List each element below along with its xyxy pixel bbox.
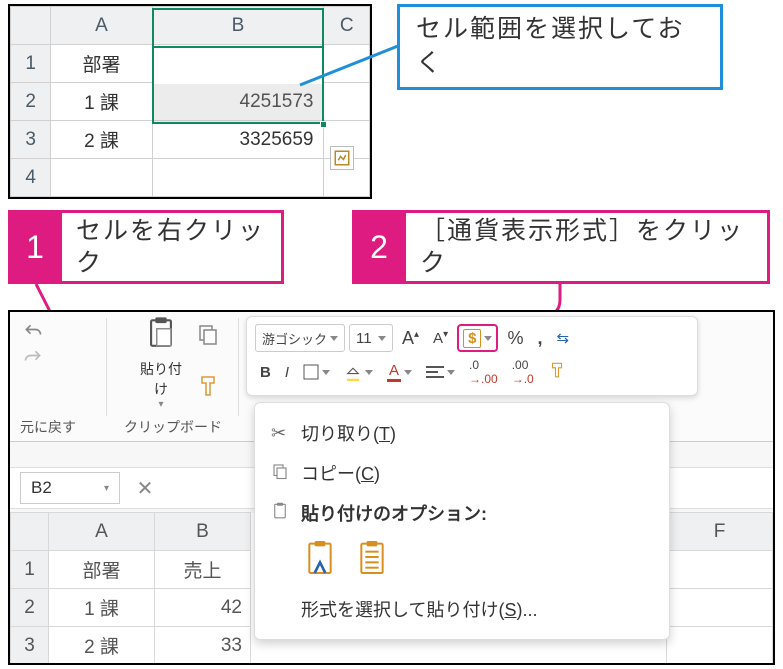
step-1-text: セルを右クリック: [62, 210, 284, 284]
separator: [106, 318, 107, 416]
row2-header-2[interactable]: 2: [11, 589, 49, 627]
mini-toolbar: 游ゴシック 11 A▴ A▾ $ % , ⇆ B I A .0→.00 .00→…: [246, 316, 698, 396]
formula-cancel-icon[interactable]: ✕: [130, 476, 160, 501]
cell-A1[interactable]: 部署: [51, 45, 152, 83]
select-all-corner-2[interactable]: [11, 513, 49, 551]
cell-C2[interactable]: [324, 83, 370, 121]
row-header-1[interactable]: 1: [11, 45, 51, 83]
col-header-B[interactable]: B: [152, 7, 324, 45]
ctx-cut-label: 切り取り(: [301, 424, 379, 444]
cell-B3[interactable]: 3325659: [152, 121, 324, 159]
percent-label: %: [507, 328, 523, 349]
cell2-F3[interactable]: [667, 627, 773, 665]
col-header-A[interactable]: A: [51, 7, 152, 45]
row-header-4[interactable]: 4: [11, 159, 51, 197]
ctx-paste-special-label: 形式を選択して貼り付け(: [301, 600, 504, 620]
select-all-corner[interactable]: [11, 7, 51, 45]
cell2-B1[interactable]: 売上: [155, 551, 251, 589]
paste-ctx-icon: [271, 502, 301, 525]
currency-format-button[interactable]: $: [457, 324, 498, 352]
decrease-decimal-icon[interactable]: .00→.0: [507, 358, 539, 386]
row2-header-3[interactable]: 3: [11, 627, 49, 665]
format-painter-icon[interactable]: [196, 374, 220, 404]
increase-decimal-icon[interactable]: .0→.00: [464, 358, 503, 386]
ctx-cut[interactable]: ✂ 切り取り(T): [255, 413, 669, 453]
cell-A2[interactable]: 1 課: [51, 83, 152, 121]
clipboard-group-label: クリップボード: [124, 417, 222, 437]
paste-option-default[interactable]: [301, 539, 339, 583]
col2-header-B[interactable]: B: [155, 513, 251, 551]
undo-group: [16, 322, 106, 374]
row-header-2[interactable]: 2: [11, 83, 51, 121]
cell2-B3[interactable]: 33: [155, 627, 251, 665]
step-2-number: 2: [352, 210, 406, 284]
border-icon[interactable]: [298, 358, 335, 386]
paste-option-values[interactable]: [353, 539, 391, 583]
step-2-text: ［通貨表示形式］をクリック: [406, 210, 770, 284]
format-painter-mini-icon[interactable]: [543, 358, 571, 386]
col2-header-A[interactable]: A: [49, 513, 155, 551]
ctx-paste-special[interactable]: 形式を選択して貼り付け(S)...: [255, 589, 669, 629]
row2-header-1[interactable]: 1: [11, 551, 49, 589]
callout-select-range: セル範囲を選択しておく: [397, 4, 723, 90]
font-name-value: 游ゴシック: [262, 329, 327, 348]
percent-format-button[interactable]: %: [502, 324, 528, 352]
callout-text: セル範囲を選択しておく: [416, 13, 704, 81]
fill-color-icon[interactable]: [339, 358, 378, 386]
excel-window: 元に戻す 貼り付け ▾ クリップボード 游ゴシック 11: [8, 310, 775, 665]
quick-analysis-icon[interactable]: [330, 146, 354, 170]
cell2-B2[interactable]: 42: [155, 589, 251, 627]
copy-icon[interactable]: [196, 322, 220, 352]
paste-button[interactable]: 貼り付け ▾: [134, 316, 188, 410]
top-spreadsheet: A B C 1 部署 売上高 2 1 課 4251573 3 2 課 33256…: [8, 4, 372, 199]
increase-font-icon[interactable]: A▴: [397, 324, 424, 352]
bold-button[interactable]: B: [255, 358, 276, 386]
cell2-F2[interactable]: [667, 589, 773, 627]
grid-top: A B C 1 部署 売上高 2 1 課 4251573 3 2 課 33256…: [10, 6, 370, 197]
step-1-callout: 1 セルを右クリック: [8, 210, 284, 284]
italic-label: I: [285, 364, 289, 381]
cell2-A3[interactable]: 2 課: [49, 627, 155, 665]
name-box-value: B2: [31, 478, 52, 498]
font-size-value: 11: [356, 330, 372, 347]
cell-B1[interactable]: 売上高: [152, 45, 324, 83]
bold-label: B: [260, 364, 271, 381]
row-header-3[interactable]: 3: [11, 121, 51, 159]
cell2-F1[interactable]: [667, 551, 773, 589]
font-name-combo[interactable]: 游ゴシック: [255, 324, 345, 352]
copy-ctx-icon: [271, 462, 301, 485]
cell-B2[interactable]: 4251573: [152, 83, 324, 121]
name-box[interactable]: B2 ▾: [20, 472, 120, 504]
ctx-copy-label: コピー(: [301, 464, 361, 484]
italic-button[interactable]: I: [280, 358, 294, 386]
separator: [238, 318, 239, 416]
cell-A4[interactable]: [51, 159, 152, 197]
undo-icon[interactable]: [16, 322, 50, 348]
step-2-callout: 2 ［通貨表示形式］をクリック: [352, 210, 770, 284]
cell2-A2[interactable]: 1 課: [49, 589, 155, 627]
alignment-icon[interactable]: [421, 358, 460, 386]
cell-B4[interactable]: [152, 159, 324, 197]
paste-label: 貼り付け: [134, 359, 188, 399]
ctx-copy[interactable]: コピー(C): [255, 453, 669, 493]
merge-center-icon[interactable]: ⇆: [551, 324, 574, 352]
cell-C1[interactable]: [324, 45, 370, 83]
step-1-number: 1: [8, 210, 62, 284]
redo-icon[interactable]: [16, 348, 50, 374]
context-menu: ✂ 切り取り(T) コピー(C) 貼り付けのオプション: 形式を選択して貼: [254, 402, 670, 640]
font-size-combo[interactable]: 11: [349, 324, 393, 352]
ctx-paste-icons-row: [255, 533, 669, 589]
decrease-font-icon[interactable]: A▾: [428, 324, 453, 352]
cell-A3[interactable]: 2 課: [51, 121, 152, 159]
clipboard-paste-icon: [134, 316, 188, 357]
col2-header-F[interactable]: F: [667, 513, 773, 551]
ctx-paste-options-header: 貼り付けのオプション:: [255, 493, 669, 533]
undo-group-label: 元に戻す: [20, 417, 76, 437]
scissors-icon: ✂: [271, 423, 301, 444]
ctx-paste-opts-label: 貼り付けのオプション:: [301, 500, 487, 526]
col-header-C[interactable]: C: [324, 7, 370, 45]
cell2-A1[interactable]: 部署: [49, 551, 155, 589]
font-color-icon[interactable]: A: [382, 358, 417, 386]
comma-format-button[interactable]: ,: [532, 324, 547, 352]
